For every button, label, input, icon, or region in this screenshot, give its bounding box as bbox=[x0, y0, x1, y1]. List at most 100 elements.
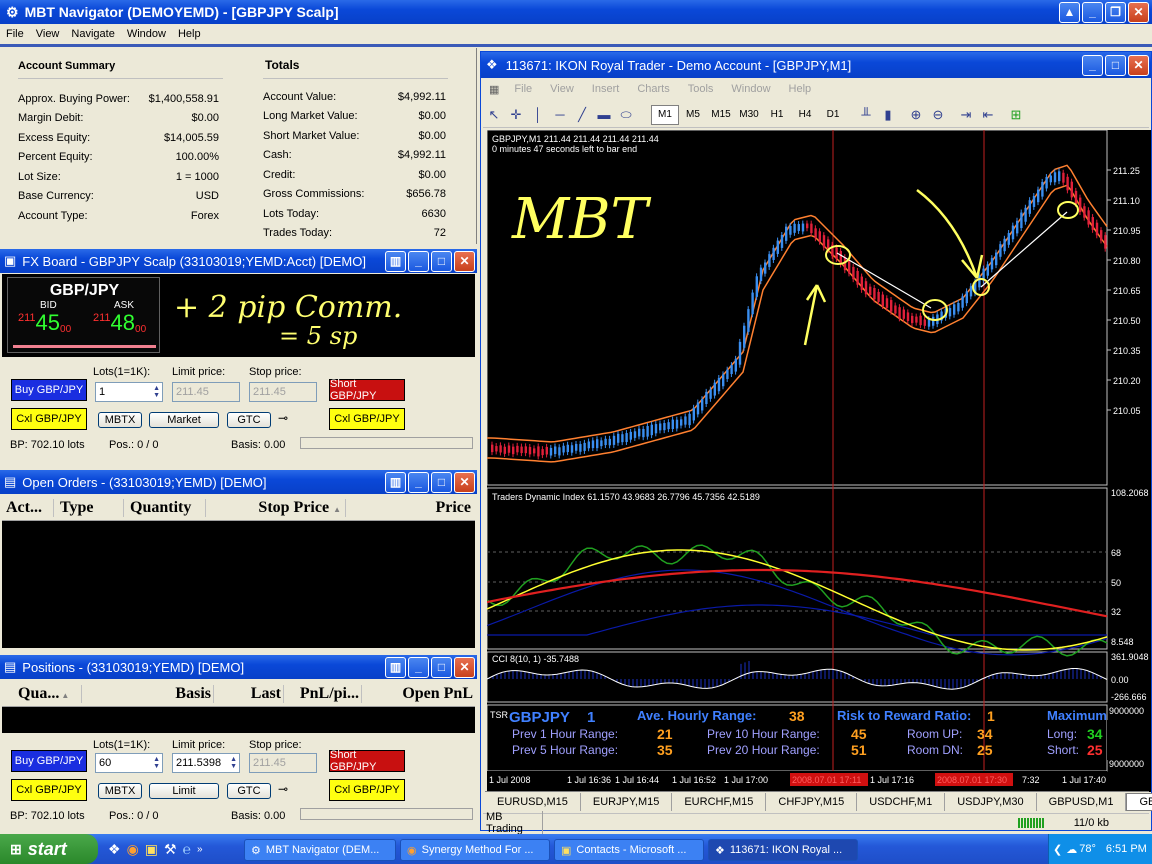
mt4-menu-insert[interactable]: Insert bbox=[583, 83, 629, 95]
close-icon[interactable]: ✕ bbox=[1128, 54, 1149, 76]
chart-tab[interactable]: EURJPY,M15 bbox=[581, 792, 673, 811]
close-icon[interactable]: ✕ bbox=[454, 656, 475, 678]
cursor-icon[interactable]: ↖ bbox=[483, 104, 505, 126]
gtc-button[interactable]: GTC bbox=[227, 783, 271, 799]
maximize-icon[interactable]: □ bbox=[431, 250, 452, 272]
chart-tab[interactable]: GBPJ bbox=[1126, 792, 1152, 811]
minimize-icon[interactable]: _ bbox=[1082, 54, 1103, 76]
col-open-pnl[interactable]: Open PnL bbox=[362, 685, 475, 703]
timeframe-h1[interactable]: H1 bbox=[763, 105, 791, 125]
buy-button[interactable]: Buy GBP/JPY bbox=[11, 379, 87, 401]
timeframe-m1[interactable]: M1 bbox=[651, 104, 679, 125]
quicklaunch-app-icon[interactable]: ❖ bbox=[108, 841, 121, 858]
task-ikon[interactable]: ❖ 113671: IKON Royal ... bbox=[708, 839, 858, 861]
timeframe-m30[interactable]: M30 bbox=[735, 105, 763, 125]
maximize-icon[interactable]: □ bbox=[1105, 54, 1126, 76]
chart-tab[interactable]: EURUSD,M15 bbox=[485, 792, 581, 811]
cxl-left-button[interactable]: Cxl GBP/JPY bbox=[11, 779, 87, 801]
mt4-menu-view[interactable]: View bbox=[541, 83, 583, 95]
pin-icon[interactable]: ⊸ bbox=[278, 782, 288, 796]
ellipse-icon[interactable]: ⬭ bbox=[615, 104, 637, 126]
minimize-icon[interactable]: _ bbox=[408, 656, 429, 678]
menu-help[interactable]: Help bbox=[172, 28, 207, 40]
maximize-icon[interactable]: □ bbox=[431, 656, 452, 678]
overflow-icon[interactable]: » bbox=[197, 844, 203, 855]
cxl-left-button[interactable]: Cxl GBP/JPY bbox=[11, 408, 87, 430]
spin-icon[interactable]: ▲ ▼ bbox=[153, 756, 162, 770]
stop-input[interactable]: 211.45 bbox=[249, 753, 317, 773]
clock[interactable]: 6:51 PM bbox=[1106, 843, 1147, 855]
scroll-up-icon[interactable]: ▲ bbox=[1059, 1, 1080, 23]
minimize-icon[interactable]: _ bbox=[408, 471, 429, 493]
vertical-line-icon[interactable]: │ bbox=[527, 104, 549, 126]
calendar-icon[interactable]: ▣ bbox=[145, 841, 158, 858]
zoom-in-icon[interactable]: ⊕ bbox=[905, 104, 927, 126]
autoscroll-icon[interactable]: ⇥ bbox=[955, 104, 977, 126]
task-contacts[interactable]: ▣ Contacts - Microsoft ... bbox=[554, 839, 704, 861]
col-type[interactable]: Type bbox=[54, 498, 124, 517]
col-pnl-pip[interactable]: PnL/pi... bbox=[284, 684, 362, 703]
col-last[interactable]: Last bbox=[214, 684, 284, 703]
bid-price[interactable]: 211 45 00 bbox=[18, 312, 71, 336]
mt4-menu-tools[interactable]: Tools bbox=[679, 83, 723, 95]
zoom-out-icon[interactable]: ⊖ bbox=[927, 104, 949, 126]
layout-icon[interactable]: ▥ bbox=[385, 656, 406, 678]
limit-input[interactable]: 211.5398 ▲ ▼ bbox=[172, 753, 240, 773]
mt4-menu-help[interactable]: Help bbox=[780, 83, 821, 95]
mt4-menu-charts[interactable]: Charts bbox=[628, 83, 678, 95]
close-icon[interactable]: ✕ bbox=[454, 471, 475, 493]
start-button[interactable]: ⊞ start bbox=[0, 834, 98, 864]
crosshair-icon[interactable]: ✛ bbox=[505, 104, 527, 126]
limit-input[interactable]: 211.45 bbox=[172, 382, 240, 402]
menu-view[interactable]: View bbox=[30, 28, 66, 40]
timeframe-m15[interactable]: M15 bbox=[707, 105, 735, 125]
timeframe-h4[interactable]: H4 bbox=[791, 105, 819, 125]
lots-input[interactable]: 1 ▲ ▼ bbox=[95, 382, 163, 402]
bar-chart-icon[interactable]: ╨ bbox=[855, 104, 877, 126]
lots-input[interactable]: 60 ▲ ▼ bbox=[95, 753, 163, 773]
layout-icon[interactable]: ▥ bbox=[385, 250, 406, 272]
timeframe-m5[interactable]: M5 bbox=[679, 105, 707, 125]
ask-price[interactable]: 211 48 00 bbox=[93, 312, 146, 336]
short-button[interactable]: Short GBP/JPY bbox=[329, 378, 405, 402]
market-button[interactable]: Market bbox=[149, 412, 219, 428]
stop-input[interactable]: 211.45 bbox=[249, 382, 317, 402]
chart-tab[interactable]: USDCHF,M1 bbox=[857, 792, 946, 811]
chart-tab[interactable]: USDJPY,M30 bbox=[945, 792, 1037, 811]
col-qua[interactable]: Qua... ▲ bbox=[2, 684, 82, 703]
col-act[interactable]: Act... bbox=[2, 498, 54, 517]
col-stop-price[interactable]: Stop Price ▲ bbox=[206, 498, 346, 517]
chart-tab[interactable]: EURCHF,M15 bbox=[672, 792, 767, 811]
maximize-icon[interactable]: □ bbox=[431, 471, 452, 493]
mbtx-button[interactable]: MBTX bbox=[98, 412, 142, 428]
weather-icon[interactable]: ☁ bbox=[1066, 843, 1077, 856]
chart-tab[interactable]: GBPUSD,M1 bbox=[1037, 792, 1127, 811]
indicators-icon[interactable]: ⊞ bbox=[1005, 104, 1027, 126]
mt4-menu-file[interactable]: File bbox=[505, 83, 541, 95]
rectangle-icon[interactable]: ▬ bbox=[593, 104, 615, 126]
mt4-menu-window[interactable]: Window bbox=[722, 83, 779, 95]
ie-icon[interactable]: ℮ bbox=[183, 841, 191, 857]
firefox-icon[interactable]: ◉ bbox=[127, 841, 139, 858]
layout-icon[interactable]: ▥ bbox=[385, 471, 406, 493]
timeframe-d1[interactable]: D1 bbox=[819, 105, 847, 125]
menu-file[interactable]: File bbox=[0, 28, 30, 40]
trendline-icon[interactable]: ╱ bbox=[571, 104, 593, 126]
pin-icon[interactable]: ⊸ bbox=[278, 411, 288, 425]
minimize-icon[interactable]: _ bbox=[408, 250, 429, 272]
tool-icon[interactable]: ⚒ bbox=[164, 841, 177, 858]
tray-collapse-icon[interactable]: ❮ bbox=[1053, 843, 1062, 856]
quote-box[interactable]: GBP/JPY BID ASK 211 45 00 211 48 00 bbox=[7, 277, 160, 353]
menu-window[interactable]: Window bbox=[121, 28, 172, 40]
col-quantity[interactable]: Quantity bbox=[124, 498, 206, 517]
minimize-icon[interactable]: _ bbox=[1082, 1, 1103, 23]
short-button[interactable]: Short GBP/JPY bbox=[329, 749, 405, 773]
chart-area[interactable]: 211.25211.10210.95210.80210.65210.50210.… bbox=[487, 130, 1151, 792]
candle-chart-icon[interactable]: ▮ bbox=[877, 104, 899, 126]
buy-button[interactable]: Buy GBP/JPY bbox=[11, 750, 87, 772]
chart-shift-icon[interactable]: ⇤ bbox=[977, 104, 999, 126]
cxl-right-button[interactable]: Cxl GBP/JPY bbox=[329, 779, 405, 801]
horizontal-line-icon[interactable]: ─ bbox=[549, 104, 571, 126]
task-mbt[interactable]: ⚙ MBT Navigator (DEM... bbox=[244, 839, 396, 861]
cxl-right-button[interactable]: Cxl GBP/JPY bbox=[329, 408, 405, 430]
